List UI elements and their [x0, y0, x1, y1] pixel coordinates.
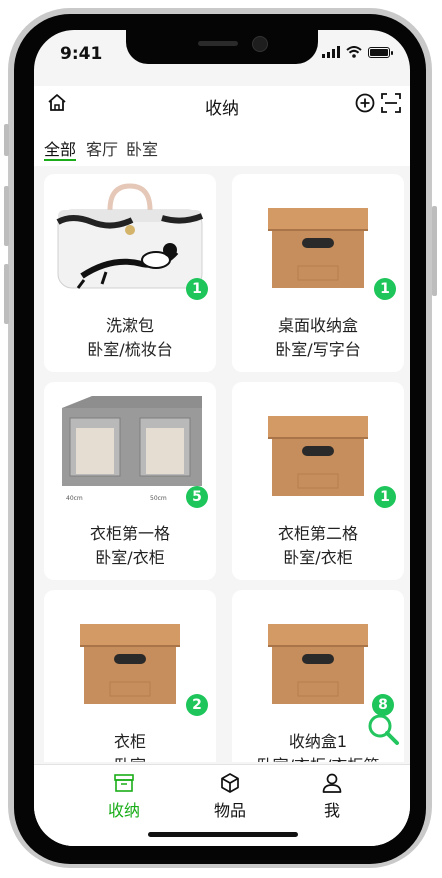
tab-active-indicator — [44, 159, 76, 161]
screen: 9:41 收纳 全部 客厅 卧室 1 洗漱包 卧室/梳妆台 1 桌面收纳盒 卧室… — [34, 30, 410, 846]
storage-card[interactable]: 2 衣柜 卧室 — [44, 590, 216, 762]
tab-all[interactable]: 全部 — [44, 136, 76, 160]
volume-down-button — [4, 264, 9, 324]
front-camera — [252, 36, 268, 52]
speaker — [198, 41, 238, 46]
storage-card[interactable]: 1 桌面收纳盒 卧室/写字台 — [232, 174, 404, 372]
card-location: 卧室/衣柜 — [283, 548, 353, 567]
tab-label: 我 — [323, 801, 340, 820]
cardboard-box-image — [80, 624, 180, 704]
notch — [126, 30, 318, 64]
dimension-label: 40cm — [66, 495, 83, 502]
cardboard-box-image — [268, 416, 368, 496]
search-icon[interactable] — [366, 712, 400, 746]
fabric-storage-box-image: 40cm 50cm — [62, 396, 202, 502]
storage-card[interactable]: 40cm 50cm 5 衣柜第一格 卧室/衣柜 — [44, 382, 216, 580]
scan-icon[interactable] — [380, 92, 402, 114]
storage-icon — [114, 774, 134, 792]
tab-living-room[interactable]: 客厅 — [86, 136, 118, 160]
card-title: 衣柜第一格 — [89, 524, 170, 543]
card-location: 卧室/衣柜 — [95, 548, 165, 567]
card-title: 衣柜 — [113, 732, 146, 751]
user-icon — [322, 773, 342, 793]
cube-icon — [221, 773, 239, 793]
cardboard-box-image — [268, 624, 368, 704]
item-count-badge: 1 — [374, 486, 396, 508]
toiletry-bag-image — [56, 183, 204, 289]
storage-card[interactable]: 1 洗漱包 卧室/梳妆台 — [44, 174, 216, 372]
category-tabs: 全部 客厅 卧室 — [34, 126, 410, 166]
card-title: 桌面收纳盒 — [277, 316, 358, 335]
tab-label: 收纳 — [107, 801, 140, 820]
home-indicator — [148, 832, 298, 837]
status-time: 9:41 — [60, 44, 103, 64]
item-count-badge: 2 — [186, 694, 208, 716]
battery-icon — [368, 46, 393, 58]
storage-card[interactable]: 1 衣柜第二格 卧室/衣柜 — [232, 382, 404, 580]
tab-bedroom[interactable]: 卧室 — [126, 136, 158, 160]
tab-me[interactable]: 我 — [292, 771, 372, 821]
card-title: 洗漱包 — [105, 316, 154, 335]
storage-grid: 1 洗漱包 卧室/梳妆台 1 桌面收纳盒 卧室/写字台 40cm 50cm 5 … — [34, 166, 410, 762]
add-circle-icon[interactable] — [354, 92, 376, 114]
card-location: 卧室/写字台 — [275, 340, 361, 359]
status-icons — [322, 46, 393, 58]
item-count-badge: 1 — [374, 278, 396, 300]
card-location: 卧室/梳妆台 — [87, 340, 173, 359]
volume-up-button — [4, 186, 9, 246]
dimension-label: 50cm — [150, 495, 167, 502]
card-location: 卧室/衣柜/衣柜第 — [232, 752, 404, 762]
nav-header: 收纳 — [34, 86, 410, 126]
item-count-badge: 1 — [186, 278, 208, 300]
card-location: 卧室 — [44, 752, 216, 762]
item-count-badge: 5 — [186, 486, 208, 508]
tab-items[interactable]: 物品 — [190, 771, 270, 821]
cellular-signal-icon — [322, 46, 340, 58]
cardboard-box-image — [268, 208, 368, 288]
wifi-icon — [346, 46, 362, 58]
mute-switch — [4, 124, 9, 156]
tab-storage[interactable]: 收纳 — [84, 771, 164, 821]
tab-label: 物品 — [213, 801, 246, 820]
card-title: 衣柜第二格 — [277, 524, 358, 543]
power-button — [432, 206, 437, 296]
